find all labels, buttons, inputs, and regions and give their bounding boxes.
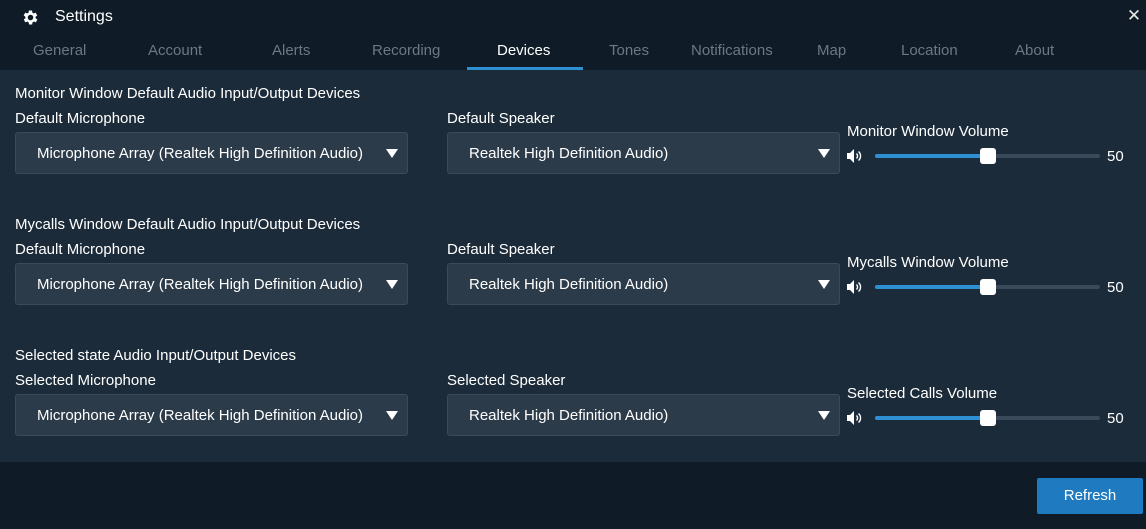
selected-microphone-select[interactable]: Microphone Array (Realtek High Definitio… (15, 394, 408, 436)
speaker-label: Default Speaker (447, 110, 555, 127)
slider-thumb[interactable] (980, 279, 996, 295)
tab-about[interactable]: About (1015, 42, 1054, 59)
mycalls-volume-slider[interactable] (875, 279, 1100, 295)
tab-location[interactable]: Location (901, 42, 958, 59)
microphone-label: Default Microphone (15, 110, 146, 127)
section-heading-monitor: Monitor Window Default Audio Input/Outpu… (15, 85, 361, 102)
slider-fill (875, 285, 988, 289)
refresh-button[interactable]: Refresh (1037, 478, 1143, 514)
select-value: Realtek High Definition Audio) (469, 145, 669, 162)
chevron-down-icon (818, 280, 830, 289)
window-title: Settings (55, 8, 113, 25)
monitor-speaker-select[interactable]: Realtek High Definition Audio) (447, 132, 840, 174)
chevron-down-icon (818, 411, 830, 420)
monitor-volume-slider[interactable] (875, 148, 1100, 164)
chevron-down-icon (386, 149, 398, 158)
selected-volume-slider[interactable] (875, 410, 1100, 426)
volume-label: Selected Calls Volume (847, 385, 998, 402)
footer-bar (0, 462, 1146, 529)
tab-general[interactable]: General (33, 42, 86, 59)
tab-account[interactable]: Account (148, 42, 202, 59)
select-value: Microphone Array (Realtek High Definitio… (37, 145, 363, 162)
tab-recording[interactable]: Recording (372, 42, 440, 59)
monitor-microphone-select[interactable]: Microphone Array (Realtek High Definitio… (15, 132, 408, 174)
chevron-down-icon (386, 280, 398, 289)
tab-notifications[interactable]: Notifications (691, 42, 773, 59)
selected-speaker-select[interactable]: Realtek High Definition Audio) (447, 394, 840, 436)
section-heading-mycalls: Mycalls Window Default Audio Input/Outpu… (15, 216, 361, 233)
volume-label: Monitor Window Volume (847, 123, 1009, 140)
close-button[interactable]: ✕ (1124, 5, 1144, 27)
speaker-volume-icon (847, 149, 862, 163)
close-icon: ✕ (1126, 6, 1142, 25)
select-value: Microphone Array (Realtek High Definitio… (37, 407, 363, 424)
settings-window: Settings ✕ General Account Alerts Record… (0, 0, 1146, 529)
volume-value: 50 (1107, 148, 1124, 165)
select-value: Realtek High Definition Audio) (469, 407, 669, 424)
slider-thumb[interactable] (980, 410, 996, 426)
tab-bar: General Account Alerts Recording Devices… (0, 36, 1146, 70)
volume-label: Mycalls Window Volume (847, 254, 1009, 271)
section-heading-selected: Selected state Audio Input/Output Device… (15, 347, 297, 364)
select-value: Realtek High Definition Audio) (469, 276, 669, 293)
tab-tones[interactable]: Tones (609, 42, 649, 59)
speaker-volume-icon (847, 411, 862, 425)
mycalls-microphone-select[interactable]: Microphone Array (Realtek High Definitio… (15, 263, 408, 305)
select-value: Microphone Array (Realtek High Definitio… (37, 276, 363, 293)
chevron-down-icon (818, 149, 830, 158)
speaker-label: Selected Speaker (447, 372, 566, 389)
microphone-label: Selected Microphone (15, 372, 156, 389)
mycalls-speaker-select[interactable]: Realtek High Definition Audio) (447, 263, 840, 305)
volume-value: 50 (1107, 410, 1124, 427)
tab-devices[interactable]: Devices (497, 42, 550, 59)
tab-map[interactable]: Map (817, 42, 846, 59)
chevron-down-icon (386, 411, 398, 420)
gear-icon (23, 10, 38, 25)
volume-value: 50 (1107, 279, 1124, 296)
title-bar: Settings ✕ (0, 0, 1146, 36)
slider-thumb[interactable] (980, 148, 996, 164)
speaker-label: Default Speaker (447, 241, 555, 258)
tab-alerts[interactable]: Alerts (272, 42, 310, 59)
slider-fill (875, 154, 988, 158)
microphone-label: Default Microphone (15, 241, 146, 258)
speaker-volume-icon (847, 280, 862, 294)
slider-fill (875, 416, 988, 420)
